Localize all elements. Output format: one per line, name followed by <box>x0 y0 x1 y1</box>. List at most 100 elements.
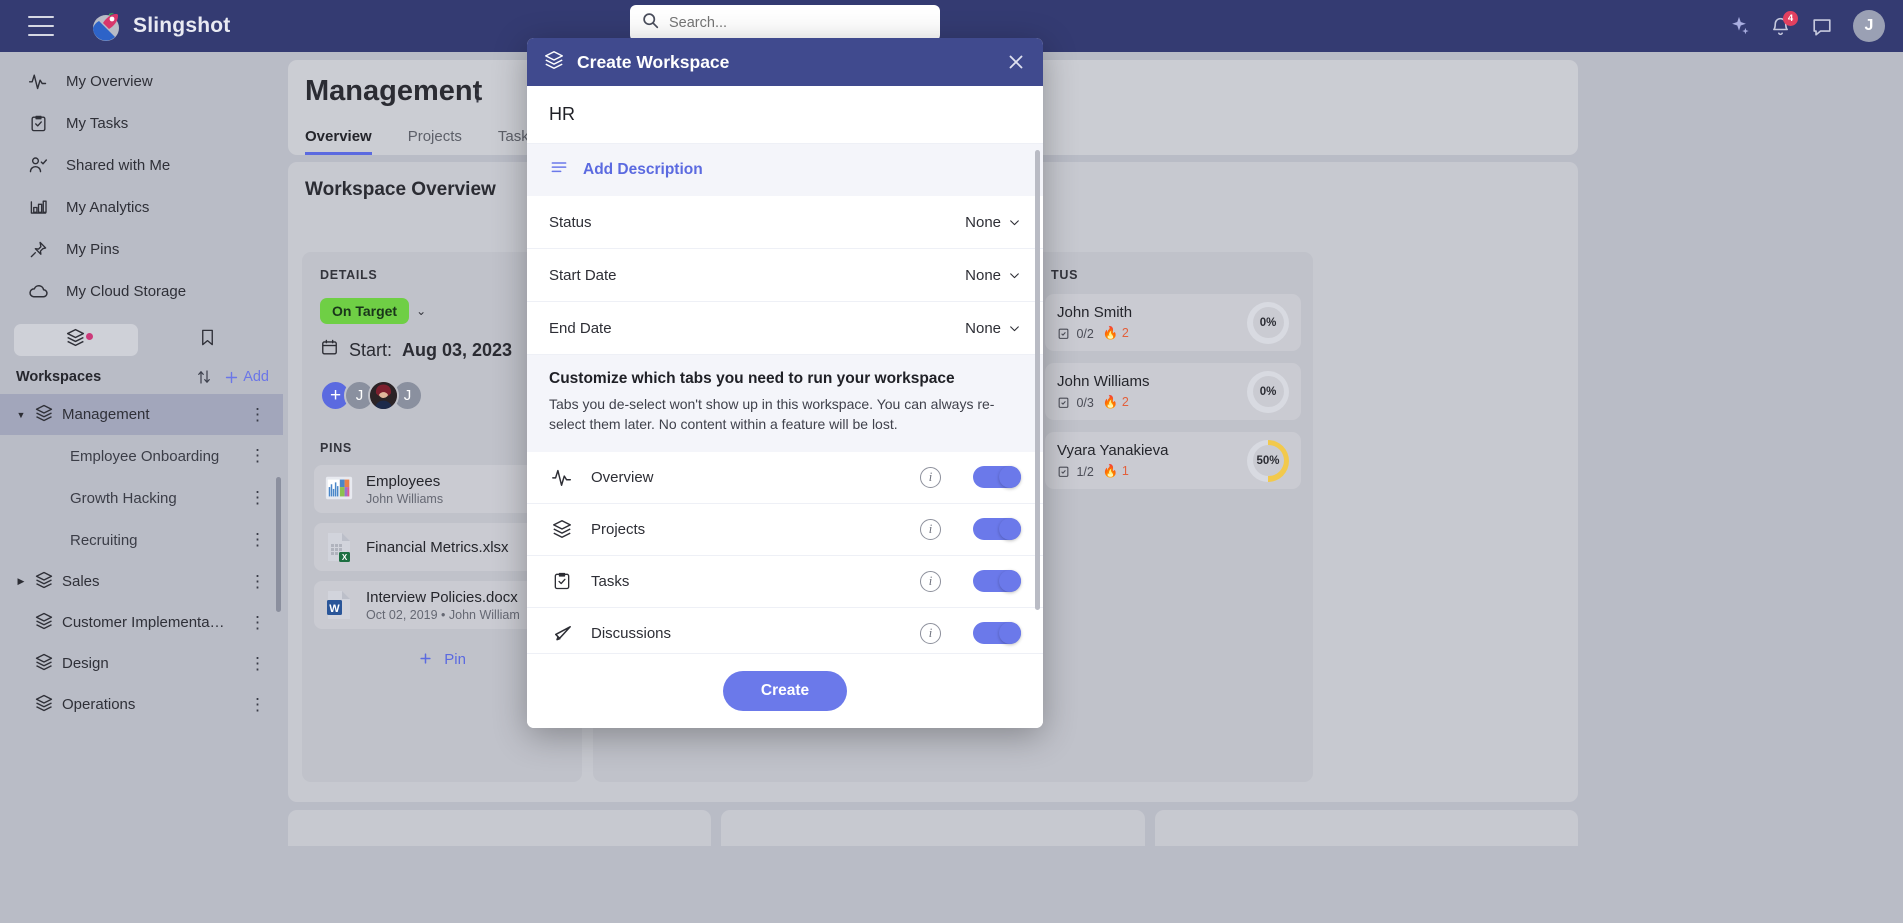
field-status[interactable]: Status None <box>527 196 1043 249</box>
brand[interactable]: Slingshot <box>90 10 230 42</box>
workspace-child-menu-button[interactable]: ⋮ <box>249 530 267 550</box>
status-card[interactable]: Vyara Yanakieva 1/2 🔥 1 50% <box>1045 432 1301 489</box>
status-badge[interactable]: On Target <box>320 298 410 324</box>
workspace-child-employee-onboarding[interactable]: Employee Onboarding ⋮ <box>0 435 283 477</box>
sidebar-item-my-cloud-storage[interactable]: My Cloud Storage <box>0 270 283 312</box>
member-meta: 0/2 🔥 2 <box>1057 326 1132 341</box>
sidebar-item-label: My Analytics <box>66 198 150 216</box>
member-meta: 0/3 🔥 2 <box>1057 395 1150 410</box>
sidebar-item-label: My Cloud Storage <box>66 282 187 300</box>
layers-icon <box>543 49 565 76</box>
info-icon[interactable]: i <box>920 622 941 644</box>
info-icon[interactable]: i <box>920 570 941 592</box>
close-icon[interactable] <box>1005 51 1027 73</box>
status-panel-label: TUS <box>1051 268 1079 282</box>
workspace-child-growth-hacking[interactable]: Growth Hacking ⋮ <box>0 477 283 519</box>
feature-toggle-tasks[interactable] <box>973 570 1021 593</box>
pin-name: Employees <box>366 472 441 490</box>
workspace-item-design[interactable]: Design ⋮ <box>0 643 283 684</box>
layers-icon <box>34 403 54 427</box>
field-value[interactable]: None <box>965 320 1021 337</box>
search-bar[interactable] <box>630 5 940 41</box>
search-input[interactable] <box>669 15 928 31</box>
bell-icon[interactable]: 4 <box>1770 10 1798 37</box>
customize-body: Tabs you de-select won't show up in this… <box>549 396 995 433</box>
workspaces-tab[interactable] <box>14 324 138 356</box>
field-start-date[interactable]: Start Date None <box>527 249 1043 302</box>
add-workspace-button[interactable]: Add <box>223 369 269 386</box>
excel-file-icon: X <box>324 531 354 563</box>
field-label: Start Date <box>549 266 617 284</box>
workspace-menu-button[interactable]: ⋮ <box>249 572 267 592</box>
megaphone-icon <box>549 622 575 645</box>
workspace-item-sales[interactable]: ▶ Sales ⋮ <box>0 561 283 602</box>
workspace-item-customer-implementation[interactable]: Customer Implementa… ⋮ <box>0 602 283 643</box>
workspace-menu-button[interactable]: ⋮ <box>249 695 267 715</box>
workspace-menu-button[interactable]: ⋮ <box>249 613 267 633</box>
user-avatar[interactable]: J <box>1853 10 1885 42</box>
sidebar: My Overview My Tasks Shared with Me My A… <box>0 52 283 923</box>
chevron-down-icon[interactable]: ▼ <box>16 410 26 420</box>
layers-icon <box>549 518 575 540</box>
start-date-value: Aug 03, 2023 <box>402 339 513 360</box>
field-label: Status <box>549 213 592 231</box>
sort-arrows-icon[interactable] <box>195 368 213 386</box>
tab-overview[interactable]: Overview <box>305 128 372 155</box>
modal-footer: Create <box>527 653 1043 728</box>
progress-value: 0% <box>1252 307 1284 338</box>
feature-toggle-overview[interactable] <box>973 466 1021 489</box>
status-card[interactable]: John Williams 0/3 🔥 2 0% <box>1045 363 1301 420</box>
sidebar-nav: My Overview My Tasks Shared with Me My A… <box>0 52 283 312</box>
hamburger-icon[interactable] <box>28 16 54 36</box>
create-workspace-modal: Create Workspace HR Add Description Stat… <box>527 38 1043 728</box>
sidebar-item-my-pins[interactable]: My Pins <box>0 228 283 270</box>
add-description-label: Add Description <box>583 161 703 178</box>
chat-icon[interactable] <box>1811 15 1833 37</box>
info-icon[interactable]: i <box>920 466 941 488</box>
pin-text: Employees John Williams <box>366 473 443 506</box>
sidebar-scrollbar[interactable] <box>276 477 281 612</box>
info-icon[interactable]: i <box>920 518 941 540</box>
tab-projects[interactable]: Projects <box>408 128 462 155</box>
sidebar-item-my-overview[interactable]: My Overview <box>0 60 283 102</box>
search-icon <box>642 12 659 34</box>
bookmarks-tab[interactable] <box>146 324 270 356</box>
workspace-child-menu-button[interactable]: ⋮ <box>249 488 267 508</box>
feature-toggle-discussions[interactable] <box>973 622 1021 645</box>
workspace-child-menu-button[interactable]: ⋮ <box>249 446 267 466</box>
workspace-item-management[interactable]: ▼ Management ⋮ <box>0 394 283 435</box>
sidebar-item-my-tasks[interactable]: My Tasks <box>0 102 283 144</box>
status-panel: TUS John Smith 0/2 🔥 2 0% John Williams … <box>1033 252 1313 782</box>
member-meta: 1/2 🔥 1 <box>1057 464 1168 479</box>
sidebar-item-shared-with-me[interactable]: Shared with Me <box>0 144 283 186</box>
pin-name: Interview Policies.docx <box>366 588 518 606</box>
status-card[interactable]: John Smith 0/2 🔥 2 0% <box>1045 294 1301 351</box>
workspace-menu-button[interactable]: ⋮ <box>249 405 267 425</box>
workspace-item-operations[interactable]: Operations ⋮ <box>0 684 283 725</box>
modal-scrollbar[interactable] <box>1035 150 1040 610</box>
field-value[interactable]: None <box>965 214 1021 231</box>
field-end-date[interactable]: End Date None <box>527 302 1043 355</box>
activity-icon <box>27 71 49 91</box>
workspace-name-input[interactable]: HR <box>527 86 1043 143</box>
member-name: Vyara Yanakieva <box>1057 442 1169 459</box>
sparkle-icon[interactable] <box>1728 15 1750 37</box>
add-description-button[interactable]: Add Description <box>527 143 1043 196</box>
chevron-down-icon[interactable]: ⌄ <box>416 304 426 318</box>
page-menu-button[interactable]: ⋮ <box>468 84 487 107</box>
field-label: End Date <box>549 319 612 337</box>
workspace-menu-button[interactable]: ⋮ <box>249 654 267 674</box>
sidebar-item-my-analytics[interactable]: My Analytics <box>0 186 283 228</box>
streak-count: 🔥 1 <box>1102 464 1129 478</box>
modal-header: Create Workspace <box>527 38 1043 86</box>
feature-label: Discussions <box>591 624 672 642</box>
workspace-child-recruiting[interactable]: Recruiting ⋮ <box>0 519 283 561</box>
main-content: Management ⋮ Overview Projects Tasks Di … <box>283 52 1903 923</box>
bottom-cards <box>288 810 1578 846</box>
field-value[interactable]: None <box>965 267 1021 284</box>
pin-subtitle: John Williams <box>366 491 444 506</box>
avatar[interactable] <box>368 380 399 411</box>
create-button[interactable]: Create <box>722 671 848 711</box>
chevron-right-icon[interactable]: ▶ <box>16 576 26 587</box>
feature-toggle-projects[interactable] <box>973 518 1021 541</box>
